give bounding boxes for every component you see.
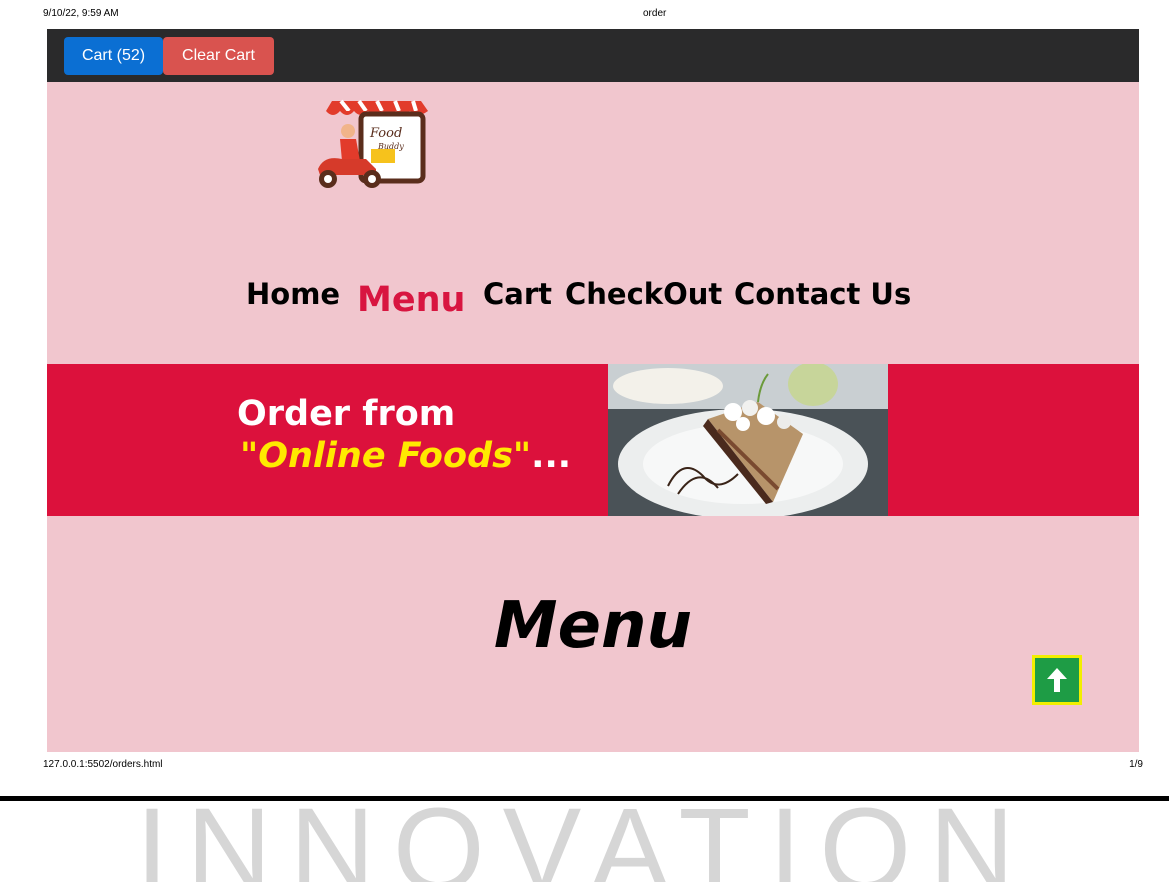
banner-headline: Order from [237,394,456,434]
promo-banner: Order from "Online Foods"... [47,364,1139,516]
web-page: Cart (52) Clear Cart Food Buddy Home Men… [47,29,1139,752]
innovation-watermark: INNOVATION [136,790,1033,882]
nav-home-link[interactable]: Home [246,277,340,311]
arrow-up-icon [1047,668,1067,692]
print-footer: 127.0.0.1:5502/orders.html 1/9 [43,759,1143,773]
top-toolbar: Cart (52) Clear Cart [47,29,1139,82]
banner-brand-name: "Online Foods" [240,436,532,476]
print-datetime: 9/10/22, 9:59 AM [43,8,119,19]
cart-button[interactable]: Cart (52) [64,37,163,75]
clear-cart-button[interactable]: Clear Cart [163,37,274,75]
cake-photo [608,364,888,516]
watermark-text: INNOVATION [136,790,1033,882]
nav-contact-link[interactable]: Contact Us [734,277,911,311]
logo-brand-text: Food [369,126,402,141]
nav-cart-link[interactable]: Cart [483,277,552,311]
banner-subheadline: "Online Foods"... [240,436,571,476]
print-page-number: 1/9 [1129,759,1143,770]
print-url: 127.0.0.1:5502/orders.html [43,759,163,770]
nav-checkout-link[interactable]: CheckOut [565,277,722,311]
print-page-title: order [643,8,667,19]
banner-ellipsis: ... [531,436,572,476]
food-buddy-logo: Food Buddy [318,99,428,188]
menu-heading: Menu [493,589,693,663]
nav-menu-link[interactable]: Menu [357,280,465,320]
print-header: 9/10/22, 9:59 AM order [43,8,1143,22]
main-nav: Home Menu Cart CheckOut Contact Us [47,277,1139,327]
scroll-to-top-button[interactable] [1032,655,1082,705]
